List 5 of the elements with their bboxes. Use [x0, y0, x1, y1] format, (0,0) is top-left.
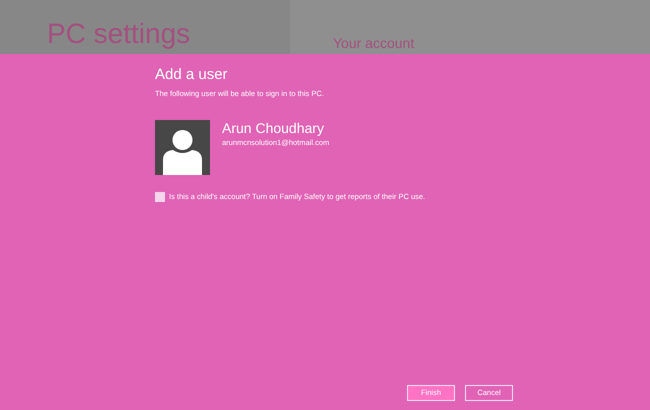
dialog-title: Add a user [155, 66, 229, 84]
child-account-checkbox[interactable] [155, 192, 165, 202]
user-avatar-icon [155, 120, 210, 175]
section-title: Your account [333, 34, 416, 52]
user-name: Arun Choudhary [222, 120, 325, 137]
